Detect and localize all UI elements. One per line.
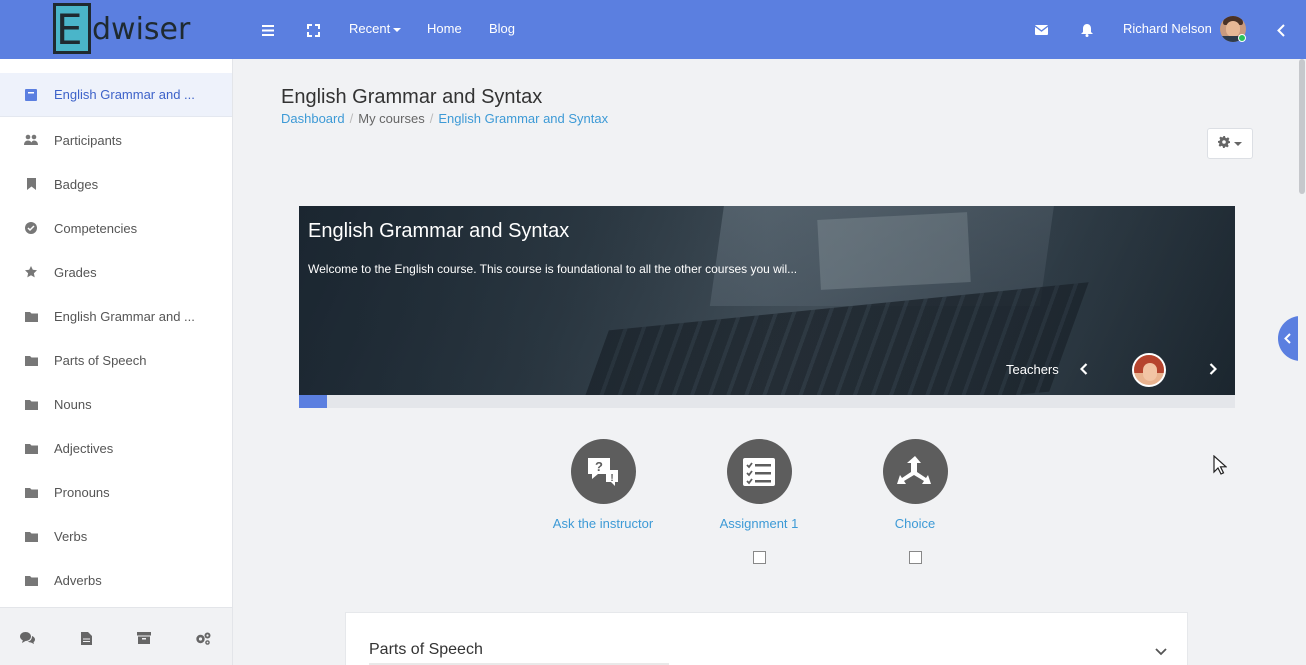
drawer-item-nouns[interactable]: Nouns (0, 382, 232, 426)
logo-wordmark: dwiser (92, 12, 191, 47)
caret-down-icon (1234, 141, 1242, 146)
bookmark-icon (24, 177, 38, 191)
drawer-item-participants[interactable]: Participants (0, 118, 232, 162)
home-link[interactable]: Home (427, 21, 462, 36)
drawer-footer (0, 607, 232, 665)
course-progress-bar (299, 395, 1235, 408)
folder-icon (24, 309, 38, 323)
course-progress-fill (299, 395, 328, 408)
course-hero-banner: English Grammar and Syntax Welcome to th… (299, 206, 1235, 395)
logo-initial: E (56, 5, 83, 54)
drawer-item-badges[interactable]: Badges (0, 162, 232, 206)
folder-icon (24, 353, 38, 367)
drawer-item-competencies[interactable]: Competencies (0, 206, 232, 250)
svg-text:?: ? (595, 459, 603, 474)
teachers-next-icon[interactable] (1206, 362, 1220, 376)
drawer-item-label: Adverbs (54, 572, 102, 588)
scrollbar-thumb[interactable] (1299, 59, 1305, 194)
folder-icon (24, 397, 38, 411)
drawer-item-label: Adjectives (54, 440, 114, 456)
activity-label[interactable]: Assignment 1 (699, 516, 819, 531)
teacher-avatar[interactable] (1132, 353, 1166, 387)
drawer-item-pronouns[interactable]: Pronouns (0, 470, 232, 514)
mouse-cursor-icon (1213, 454, 1228, 480)
brand-logo[interactable]: E dwiser (0, 0, 233, 59)
blog-link[interactable]: Blog (489, 21, 515, 36)
choice-completion-checkbox[interactable] (909, 551, 922, 564)
drawer-item-label: English Grammar and ... (54, 87, 195, 102)
recent-label: Recent (349, 21, 391, 36)
course-icon (24, 88, 38, 102)
course-settings-button[interactable] (1207, 128, 1253, 159)
hamburger-menu-icon[interactable] (258, 20, 278, 40)
drawer-item-parts-of-speech[interactable]: Parts of Speech (0, 338, 232, 382)
user-menu-name[interactable]: Richard Nelson (1123, 21, 1212, 36)
fullscreen-icon[interactable] (303, 20, 323, 40)
teachers-label: Teachers (1006, 362, 1059, 377)
checklist-icon (726, 439, 792, 504)
drawer-item-grades[interactable]: Grades (0, 250, 232, 294)
breadcrumb-separator: / (349, 111, 354, 126)
folder-icon (24, 529, 38, 543)
drawer-item-label: English Grammar and ... (54, 308, 195, 324)
left-drawer: English Grammar and ... Participants Bad… (0, 59, 233, 665)
breadcrumb-separator: / (429, 111, 434, 126)
drawer-item-label: Participants (54, 132, 122, 148)
drawer-item-course[interactable]: English Grammar and ... (0, 73, 232, 117)
folder-icon (24, 573, 38, 587)
users-icon (24, 133, 38, 147)
drawer-item-section-general[interactable]: English Grammar and ... (0, 294, 232, 338)
breadcrumb-dashboard[interactable]: Dashboard (281, 111, 345, 126)
teachers-prev-icon[interactable] (1077, 362, 1091, 376)
page-title: English Grammar and Syntax (281, 86, 543, 108)
breadcrumb: Dashboard / My courses / English Grammar and… (281, 111, 608, 126)
breadcrumb-my-courses: My courses (358, 111, 425, 126)
drawer-item-label: Grades (54, 264, 97, 280)
star-icon (24, 265, 38, 279)
section-card: Parts of Speech (345, 612, 1188, 665)
svg-text:!: ! (610, 473, 613, 484)
drawer-item-adverbs[interactable]: Adverbs (0, 558, 232, 602)
question-bubble-icon: ?! (570, 439, 636, 504)
breadcrumb-course[interactable]: English Grammar and Syntax (438, 111, 608, 126)
caret-down-icon (393, 27, 402, 32)
chevron-left-icon (1284, 333, 1291, 344)
activity-ask-instructor[interactable]: ?! Ask the instructor (543, 439, 663, 531)
drawer-item-label: Verbs (54, 528, 88, 544)
activity-assignment[interactable]: Assignment 1 (699, 439, 819, 531)
activity-choice[interactable]: Choice (855, 439, 975, 531)
assignment-completion-checkbox[interactable] (753, 551, 766, 564)
cogs-icon[interactable] (195, 630, 211, 646)
drawer-item-label: Parts of Speech (54, 352, 147, 368)
online-status-dot (1238, 34, 1246, 42)
gear-icon (1218, 135, 1230, 153)
bell-icon[interactable] (1077, 20, 1097, 40)
chevron-down-icon[interactable] (1155, 643, 1167, 656)
comments-icon[interactable] (19, 630, 35, 646)
folder-icon (24, 441, 38, 455)
drawer-item-label: Badges (54, 176, 99, 192)
hero-course-title: English Grammar and Syntax (308, 220, 570, 242)
folder-icon (24, 485, 38, 499)
chevron-left-icon[interactable] (1271, 20, 1291, 40)
envelope-icon[interactable] (1031, 20, 1051, 40)
activity-label[interactable]: Ask the instructor (543, 516, 663, 531)
activity-label[interactable]: Choice (855, 516, 975, 531)
hero-course-summary: Welcome to the English course. This cour… (308, 262, 798, 276)
choice-arrows-icon (882, 439, 948, 504)
page-scrollbar[interactable] (1298, 59, 1306, 665)
section-title[interactable]: Parts of Speech (369, 641, 483, 659)
file-icon[interactable] (78, 630, 94, 646)
drawer-item-label: Competencies (54, 220, 138, 236)
drawer-item-label: Nouns (54, 396, 92, 412)
archive-icon[interactable] (136, 630, 152, 646)
recent-dropdown[interactable]: Recent (349, 21, 402, 36)
drawer-item-verbs[interactable]: Verbs (0, 514, 232, 558)
top-navbar: E dwiser Recent Home Blog Richard Nelson (0, 0, 1306, 59)
drawer-item-adjectives[interactable]: Adjectives (0, 426, 232, 470)
drawer-item-label: Pronouns (54, 484, 110, 500)
check-circle-icon (24, 221, 38, 235)
